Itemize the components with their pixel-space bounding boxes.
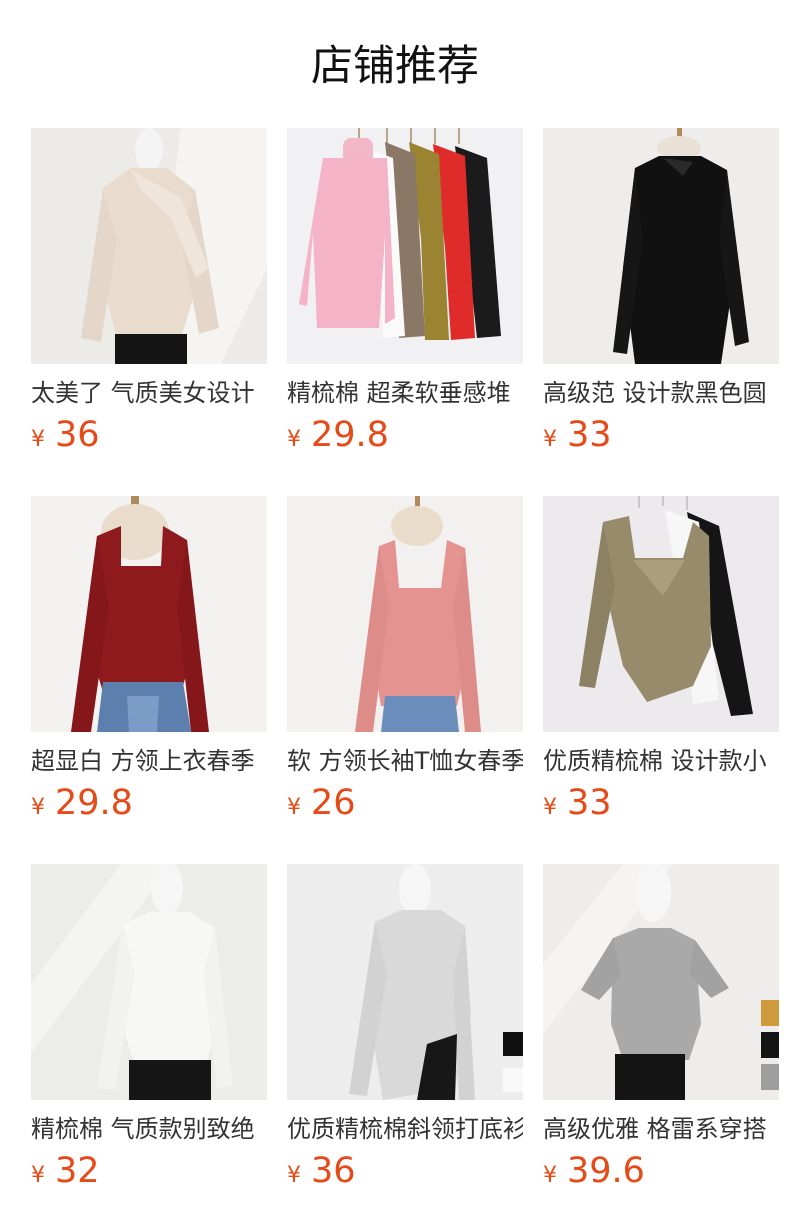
currency-symbol: ¥ <box>543 1163 557 1188</box>
currency-symbol: ¥ <box>31 795 45 820</box>
currency-symbol: ¥ <box>287 795 301 820</box>
currency-symbol: ¥ <box>287 427 301 452</box>
product-price: ¥36 <box>31 415 267 455</box>
product-image[interactable] <box>31 128 267 364</box>
currency-symbol: ¥ <box>31 1163 45 1188</box>
product-card[interactable]: 精梳棉 气质款别致绝 ¥32 <box>31 864 267 1232</box>
product-grid: 太美了 气质美女设计 ¥36 精梳棉 超柔软垂感堆 ¥ 29.8 高级范 设计款… <box>31 128 779 1232</box>
product-card[interactable]: 软 方领长袖T恤女春季 ¥26 <box>287 496 523 864</box>
product-image[interactable] <box>543 864 779 1100</box>
price-value: 29.8 <box>55 783 133 823</box>
price-value: 36 <box>55 415 100 455</box>
product-card[interactable]: 高级优雅 格雷系穿搭 ¥39.6 <box>543 864 779 1232</box>
product-name[interactable]: 优质精梳棉斜领打底衫 <box>287 1112 523 1146</box>
price-value: 29.8 <box>311 415 389 455</box>
product-name[interactable]: 精梳棉 超柔软垂感堆 <box>287 376 523 410</box>
price-value: 26 <box>311 783 356 823</box>
price-value: 33 <box>567 415 612 455</box>
currency-symbol: ¥ <box>543 795 557 820</box>
product-name[interactable]: 超显白 方领上衣春季 <box>31 744 267 778</box>
product-price: ¥26 <box>287 783 523 823</box>
product-card[interactable]: 优质精梳棉斜领打底衫 ¥36 <box>287 864 523 1232</box>
product-card[interactable]: 高级范 设计款黑色圆 ¥33 <box>543 128 779 496</box>
product-price: ¥29.8 <box>287 415 523 455</box>
product-image[interactable] <box>287 128 523 364</box>
product-price: ¥32 <box>31 1151 267 1191</box>
product-price: ¥36 <box>287 1151 523 1191</box>
product-image[interactable] <box>543 128 779 364</box>
price-value: 36 <box>311 1151 356 1191</box>
product-image[interactable] <box>31 496 267 732</box>
product-price: ¥29.8 <box>31 783 267 823</box>
product-name[interactable]: 软 方领长袖T恤女春季 <box>287 744 523 778</box>
currency-symbol: ¥ <box>543 427 557 452</box>
product-image[interactable] <box>287 864 523 1100</box>
product-card[interactable]: 超显白 方领上衣春季 ¥29.8 <box>31 496 267 864</box>
page-title: 店铺推荐 <box>310 41 479 90</box>
product-card[interactable]: 精梳棉 超柔软垂感堆 ¥29.8 <box>287 128 523 496</box>
product-name[interactable]: 太美了 气质美女设计 <box>31 376 267 410</box>
product-price: ¥33 <box>543 783 779 823</box>
currency-symbol: ¥ <box>287 1163 301 1188</box>
product-name[interactable]: 高级优雅 格雷系穿搭 <box>543 1112 779 1146</box>
product-price: ¥39.6 <box>543 1151 779 1191</box>
product-name[interactable]: 精梳棉 气质款别致绝 <box>31 1112 267 1146</box>
product-image[interactable] <box>543 496 779 732</box>
product-image[interactable] <box>31 864 267 1100</box>
price-value: 33 <box>567 783 612 823</box>
product-image[interactable] <box>287 496 523 732</box>
price-value: 32 <box>55 1151 100 1191</box>
currency-symbol: ¥ <box>31 427 45 452</box>
product-card[interactable]: 优质精梳棉 设计款小 ¥33 <box>543 496 779 864</box>
product-name[interactable]: 高级范 设计款黑色圆 <box>543 376 779 410</box>
product-name[interactable]: 优质精梳棉 设计款小 <box>543 744 779 778</box>
price-value: 39.6 <box>567 1151 645 1191</box>
product-price: ¥33 <box>543 415 779 455</box>
product-card[interactable]: 太美了 气质美女设计 ¥36 <box>31 128 267 496</box>
